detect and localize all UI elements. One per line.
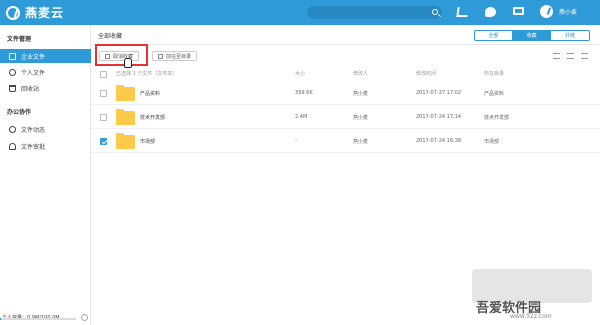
username: 燕小麦 — [559, 9, 578, 16]
folder-link-icon — [158, 53, 163, 59]
sidebar-item-file-activity[interactable]: 文件动态 — [0, 122, 91, 136]
person-icon — [9, 68, 16, 76]
folder-icon — [116, 133, 135, 149]
file-modifier: 燕小麦 — [353, 91, 369, 97]
table-row[interactable]: 技术开发部 2.4M 燕小麦 2017-07-24 17:14 技术开发部 — [91, 107, 600, 129]
approval-icon — [9, 142, 16, 150]
selection-count: 已选择 1 个文件（文件夹） — [116, 71, 178, 77]
sidebar-item-recycle-bin[interactable]: 回收站 — [0, 81, 91, 95]
sidebar: 文件管理 企业文件 个人文件 回收站 办公协作 文件动态 文件审批 个人容量：0… — [0, 25, 91, 325]
select-all-checkbox[interactable] — [100, 71, 107, 78]
monitor-icon[interactable] — [513, 7, 524, 15]
file-name[interactable]: 产品资料 — [140, 90, 160, 97]
folder-icon — [116, 85, 135, 101]
top-bar: 燕麦云 燕小麦 — [0, 0, 600, 25]
column-modifier[interactable]: 修改人 — [353, 70, 368, 77]
file-name[interactable]: 市场部 — [140, 138, 155, 145]
storage-fill — [0, 318, 1, 320]
scope-tabs: 全部 收藏 外链 — [474, 30, 590, 41]
sidebar-item-label: 企业文件 — [21, 53, 46, 61]
breadcrumb[interactable]: 全部收藏 — [98, 31, 122, 40]
sidebar-item-label: 文件动态 — [21, 126, 46, 134]
row-checkbox[interactable] — [100, 114, 107, 121]
file-name[interactable]: 技术开发部 — [140, 114, 165, 121]
view-controls — [553, 53, 588, 59]
storage-bar — [0, 318, 76, 320]
highlight-box — [95, 44, 148, 66]
file-location[interactable]: 产品资料 — [484, 90, 504, 97]
app-brand[interactable]: 燕麦云 — [6, 5, 64, 20]
section-file-management: 文件管理 — [7, 36, 32, 43]
column-location[interactable]: 所在目录 — [484, 70, 504, 77]
building-icon — [9, 52, 16, 60]
search-box[interactable] — [307, 6, 442, 19]
folder-icon — [116, 109, 135, 125]
grid-view-icon[interactable] — [581, 53, 588, 59]
table-row[interactable]: 市场部 - 燕小麦 2017-07-24 16:38 市场部 — [91, 131, 600, 153]
cart-icon[interactable] — [456, 7, 469, 17]
watermark-url: www.52z.com — [510, 313, 552, 320]
column-modified-time[interactable]: 修改时间 — [416, 70, 436, 77]
row-checkbox[interactable] — [100, 138, 107, 145]
list-view-icon[interactable] — [567, 53, 574, 59]
file-modifier: 燕小麦 — [353, 139, 369, 145]
search-input[interactable] — [313, 7, 423, 18]
hand-cursor-icon — [124, 58, 132, 68]
chat-icon — [9, 125, 16, 133]
sidebar-item-label: 个人文件 — [21, 69, 46, 77]
collapse-sidebar-icon[interactable] — [81, 314, 88, 321]
divider — [91, 44, 600, 45]
file-time: 2017-07-24 17:14 — [416, 114, 462, 120]
sidebar-item-label: 回收站 — [21, 85, 40, 93]
file-size: - — [295, 138, 297, 144]
tab-favorites[interactable]: 收藏 — [513, 31, 551, 40]
row-checkbox[interactable] — [100, 90, 107, 97]
avatar[interactable] — [540, 5, 553, 18]
watermark: 吾爱软件园 www.52z.com — [472, 269, 592, 321]
column-size[interactable]: 大小 — [295, 70, 305, 77]
oat-logo-icon — [6, 5, 20, 20]
sort-icon[interactable] — [553, 53, 560, 59]
sidebar-item-label: 文件审批 — [21, 143, 46, 151]
go-to-folder-button[interactable]: 前往至目录 — [152, 51, 198, 61]
file-time: 2017-07-27 17:02 — [416, 90, 462, 96]
file-modifier: 燕小麦 — [353, 115, 369, 121]
file-time: 2017-07-24 16:38 — [416, 138, 462, 144]
message-icon[interactable] — [485, 7, 496, 17]
section-office-collaboration: 办公协作 — [7, 109, 32, 116]
trash-icon — [9, 84, 16, 92]
sidebar-item-file-approval[interactable]: 文件审批 — [0, 139, 91, 153]
file-location[interactable]: 市场部 — [484, 138, 499, 145]
app-name: 燕麦云 — [25, 6, 65, 20]
storage-usage: 个人容量：0.9M/100.0M — [0, 310, 91, 325]
sidebar-item-personal-files[interactable]: 个人文件 — [0, 65, 91, 79]
tab-all[interactable]: 全部 — [475, 31, 513, 40]
file-location[interactable]: 技术开发部 — [484, 114, 509, 121]
sidebar-item-enterprise-files[interactable]: 企业文件 — [0, 49, 91, 63]
file-size: 2.4M — [295, 114, 308, 120]
go-to-folder-label: 前往至目录 — [166, 53, 192, 60]
table-header: 已选择 1 个文件（文件夹） 大小 修改人 修改时间 所在目录 — [91, 70, 600, 80]
tab-external-links[interactable]: 外链 — [551, 31, 589, 40]
main-panel: 全部收藏 全部 收藏 外链 取消收藏 前往至目录 已选择 1 个文件（文件夹） … — [91, 25, 600, 325]
search-icon[interactable] — [432, 9, 438, 15]
file-size: 339.6K — [295, 90, 313, 96]
user-menu[interactable]: 燕小麦 — [540, 5, 577, 18]
table-row[interactable]: 产品资料 339.6K 燕小麦 2017-07-27 17:02 产品资料 — [91, 83, 600, 105]
